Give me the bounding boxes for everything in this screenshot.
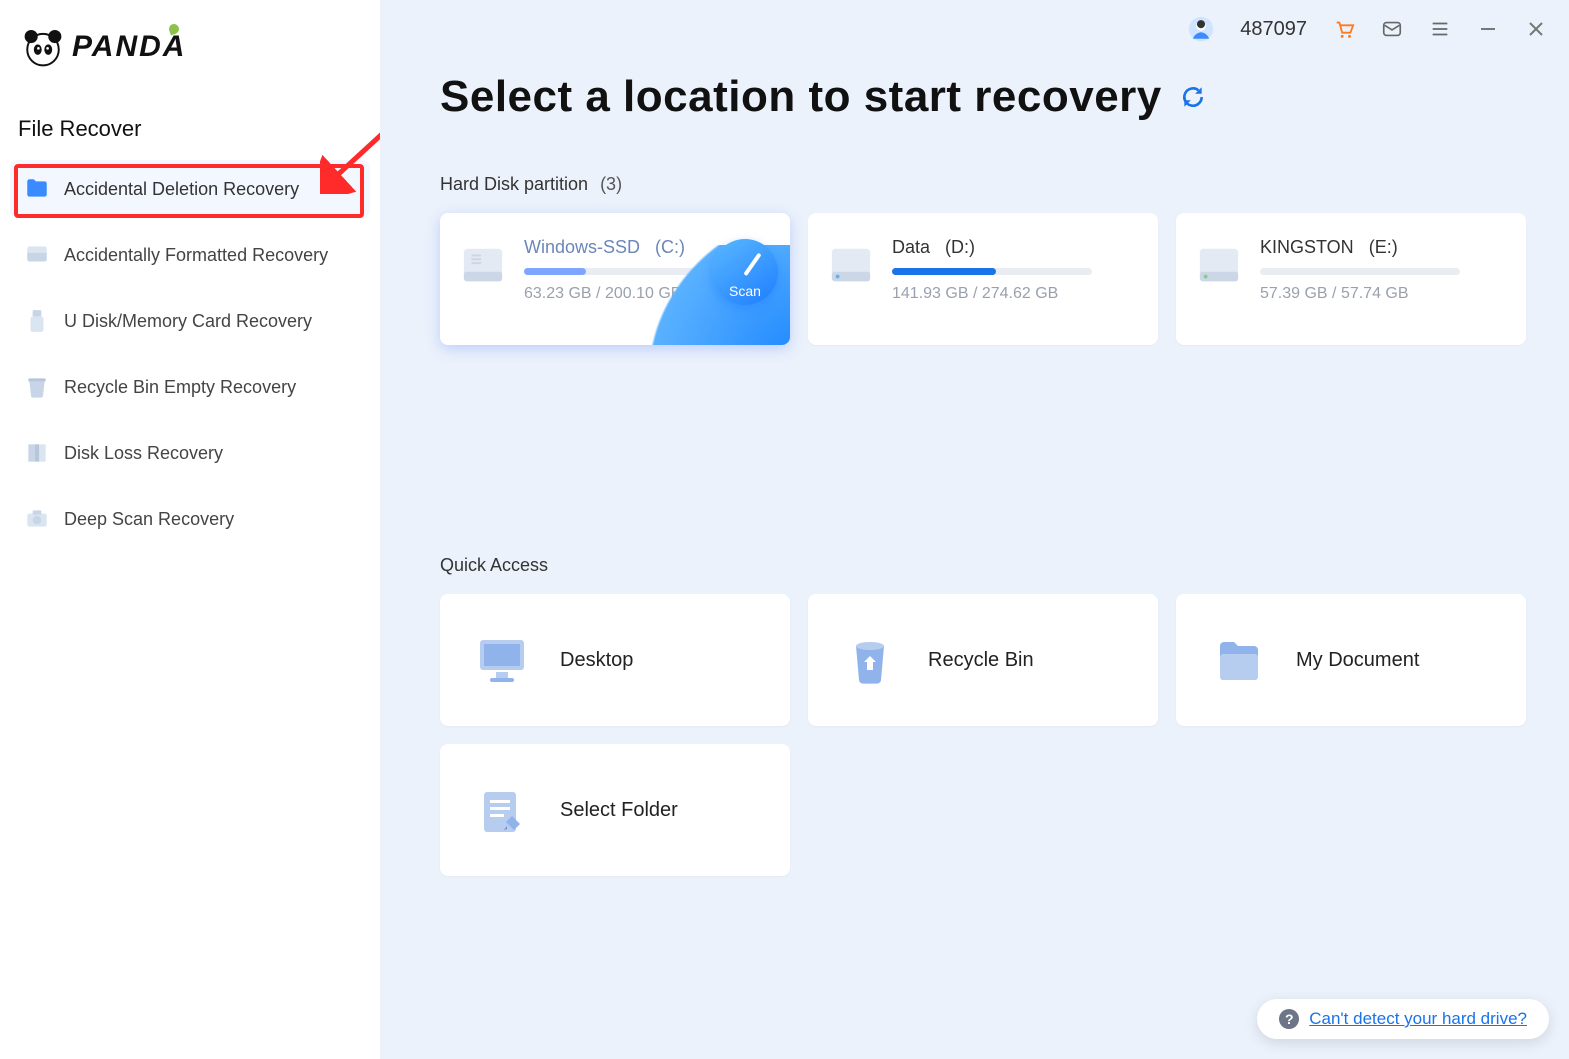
sidebar-item-deepscan[interactable]: Deep Scan Recovery [10, 490, 370, 548]
hdd-icon [828, 243, 874, 289]
quick-access-heading: Quick Access [440, 555, 548, 576]
partition-name: KINGSTON [1260, 237, 1354, 257]
partition-cards: Windows-SSD (C:) 63.23 GB / 200.10 GB Sc… [380, 213, 1569, 345]
recycle-icon [842, 632, 898, 688]
desktop-icon [474, 632, 530, 688]
sidebar-item-label: Accidental Deletion Recovery [64, 179, 299, 200]
sidebar-item-usb[interactable]: U Disk/Memory Card Recovery [10, 292, 370, 350]
partition-letter: (E:) [1369, 237, 1398, 257]
partition-size: 141.93 GB / 274.62 GB [892, 285, 1134, 303]
menu-icon[interactable] [1429, 18, 1451, 40]
partition-usage-bar [1260, 268, 1460, 275]
partitions-heading: Hard Disk partition [440, 174, 588, 195]
help-icon: ? [1279, 1009, 1299, 1029]
quick-access-desktop[interactable]: Desktop [440, 594, 790, 726]
quick-access-mydocument[interactable]: My Document [1176, 594, 1526, 726]
sidebar-item-label: U Disk/Memory Card Recovery [64, 311, 312, 332]
folder-edit-icon [474, 782, 530, 838]
scan-button[interactable]: Scan [712, 239, 778, 305]
partition-size: 57.39 GB / 57.74 GB [1260, 285, 1502, 303]
partition-name: Data [892, 237, 930, 257]
hdd-icon [460, 243, 506, 289]
app-name: PANDA [72, 30, 186, 64]
sidebar-item-diskloss[interactable]: Disk Loss Recovery [10, 424, 370, 482]
user-id: 487097 [1240, 18, 1307, 41]
usb-icon [24, 308, 50, 334]
sidebar-item-formatted[interactable]: Accidentally Formatted Recovery [10, 226, 370, 284]
quick-access-cards: Desktop Recycle Bin My Document Select F… [380, 594, 1569, 876]
document-icon [1210, 632, 1266, 688]
avatar-icon[interactable] [1188, 16, 1214, 42]
help-link[interactable]: ? Can't detect your hard drive? [1257, 999, 1549, 1039]
drive-icon [24, 242, 50, 268]
cart-icon[interactable] [1333, 18, 1355, 40]
partition-usage-bar [892, 268, 1092, 275]
partitions-count: (3) [600, 174, 622, 195]
camera-icon [24, 506, 50, 532]
quick-access-label: Select Folder [560, 799, 678, 822]
refresh-icon[interactable] [1180, 84, 1206, 110]
topbar: 487097 [1188, 16, 1547, 42]
partition-card-e[interactable]: KINGSTON (E:) 57.39 GB / 57.74 GB [1176, 213, 1526, 345]
main-panel: 487097 Select a location to start recove… [380, 0, 1569, 1059]
quick-access-label: Recycle Bin [928, 649, 1034, 672]
sidebar-item-accidental-deletion[interactable]: Accidental Deletion Recovery [10, 160, 370, 218]
scan-label: Scan [729, 283, 761, 305]
sidebar-item-recycle[interactable]: Recycle Bin Empty Recovery [10, 358, 370, 416]
sidebar-item-label: Disk Loss Recovery [64, 443, 223, 464]
close-button[interactable] [1525, 18, 1547, 40]
partition-letter: (D:) [945, 237, 975, 257]
partition-card-c[interactable]: Windows-SSD (C:) 63.23 GB / 200.10 GB Sc… [440, 213, 790, 345]
quick-access-label: My Document [1296, 649, 1419, 672]
page-title: Select a location to start recovery [440, 72, 1162, 122]
quick-access-select-folder[interactable]: Select Folder [440, 744, 790, 876]
panda-icon [22, 26, 64, 68]
book-icon [24, 440, 50, 466]
hdd-icon [1196, 243, 1242, 289]
folder-icon [24, 176, 50, 202]
help-link-text[interactable]: Can't detect your hard drive? [1309, 1009, 1527, 1029]
quick-access-label: Desktop [560, 649, 633, 672]
minimize-button[interactable] [1477, 18, 1499, 40]
sidebar: PANDA File Recover Accidental Deletion R… [0, 0, 380, 1059]
trash-icon [24, 374, 50, 400]
partition-card-d[interactable]: Data (D:) 141.93 GB / 274.62 GB [808, 213, 1158, 345]
sidebar-item-label: Accidentally Formatted Recovery [64, 245, 328, 266]
sidebar-nav: Accidental Deletion Recovery Accidentall… [0, 160, 380, 548]
app-logo: PANDA [0, 0, 380, 68]
sidebar-title: File Recover [0, 68, 380, 160]
sidebar-item-label: Deep Scan Recovery [64, 509, 234, 530]
sidebar-item-label: Recycle Bin Empty Recovery [64, 377, 296, 398]
quick-access-recycle[interactable]: Recycle Bin [808, 594, 1158, 726]
mail-icon[interactable] [1381, 18, 1403, 40]
